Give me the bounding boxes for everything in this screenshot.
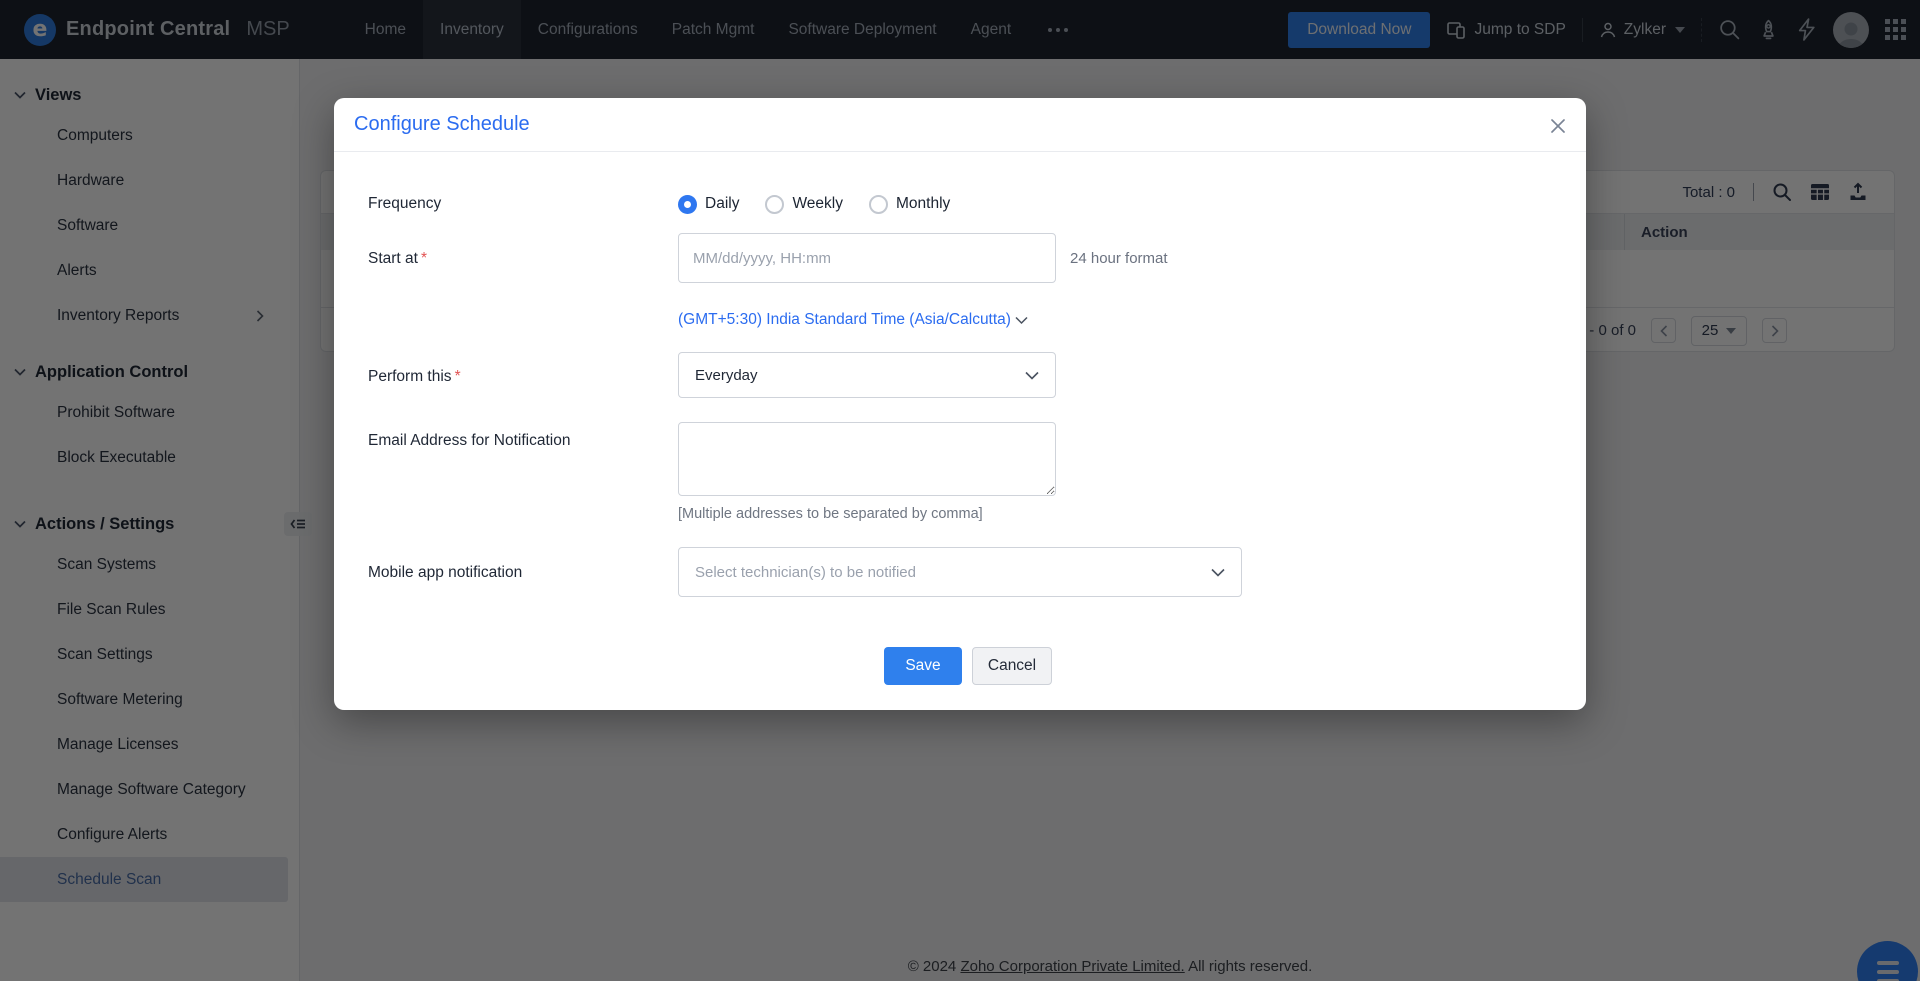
perform-this-value: Everyday bbox=[695, 367, 758, 384]
email-textarea[interactable] bbox=[678, 422, 1056, 496]
start-at-input[interactable] bbox=[678, 233, 1056, 283]
technician-select[interactable]: Select technician(s) to be notified bbox=[678, 547, 1242, 597]
perform-this-label: Perform this* bbox=[368, 368, 461, 386]
email-hint: [Multiple addresses to be separated by c… bbox=[678, 506, 983, 522]
chevron-down-icon bbox=[1015, 312, 1028, 330]
email-label: Email Address for Notification bbox=[368, 432, 570, 450]
required-asterisk: * bbox=[421, 250, 427, 267]
required-asterisk: * bbox=[455, 368, 461, 385]
cancel-button[interactable]: Cancel bbox=[972, 647, 1052, 685]
technician-select-placeholder: Select technician(s) to be notified bbox=[695, 564, 916, 581]
format-hint: 24 hour format bbox=[1070, 250, 1168, 267]
modal-title: Configure Schedule bbox=[354, 113, 530, 136]
start-at-label: Start at* bbox=[368, 250, 427, 268]
modal-header: Configure Schedule bbox=[334, 98, 1586, 152]
chevron-down-icon bbox=[1025, 371, 1039, 380]
frequency-label: Frequency bbox=[368, 195, 441, 213]
close-icon[interactable] bbox=[1544, 112, 1572, 140]
radio-weekly-icon bbox=[765, 195, 784, 214]
timezone-link[interactable]: (GMT+5:30) India Standard Time (Asia/Cal… bbox=[678, 309, 1028, 330]
radio-monthly-icon bbox=[869, 195, 888, 214]
radio-monthly-label: Monthly bbox=[896, 195, 950, 213]
save-button[interactable]: Save bbox=[884, 647, 962, 685]
timezone-label: (GMT+5:30) India Standard Time (Asia/Cal… bbox=[678, 311, 1011, 329]
radio-monthly[interactable]: Monthly bbox=[869, 195, 950, 214]
frequency-radio-group: Daily Weekly Monthly bbox=[678, 186, 950, 222]
perform-this-select[interactable]: Everyday bbox=[678, 352, 1056, 398]
configure-schedule-modal: Configure Schedule Frequency Daily Weekl… bbox=[334, 98, 1586, 710]
radio-weekly-label: Weekly bbox=[792, 195, 843, 213]
mobile-notification-label: Mobile app notification bbox=[368, 564, 522, 582]
radio-weekly[interactable]: Weekly bbox=[765, 195, 843, 214]
radio-daily-label: Daily bbox=[705, 195, 739, 213]
chevron-down-icon bbox=[1211, 568, 1225, 577]
radio-daily[interactable]: Daily bbox=[678, 195, 739, 214]
radio-daily-icon bbox=[678, 195, 697, 214]
